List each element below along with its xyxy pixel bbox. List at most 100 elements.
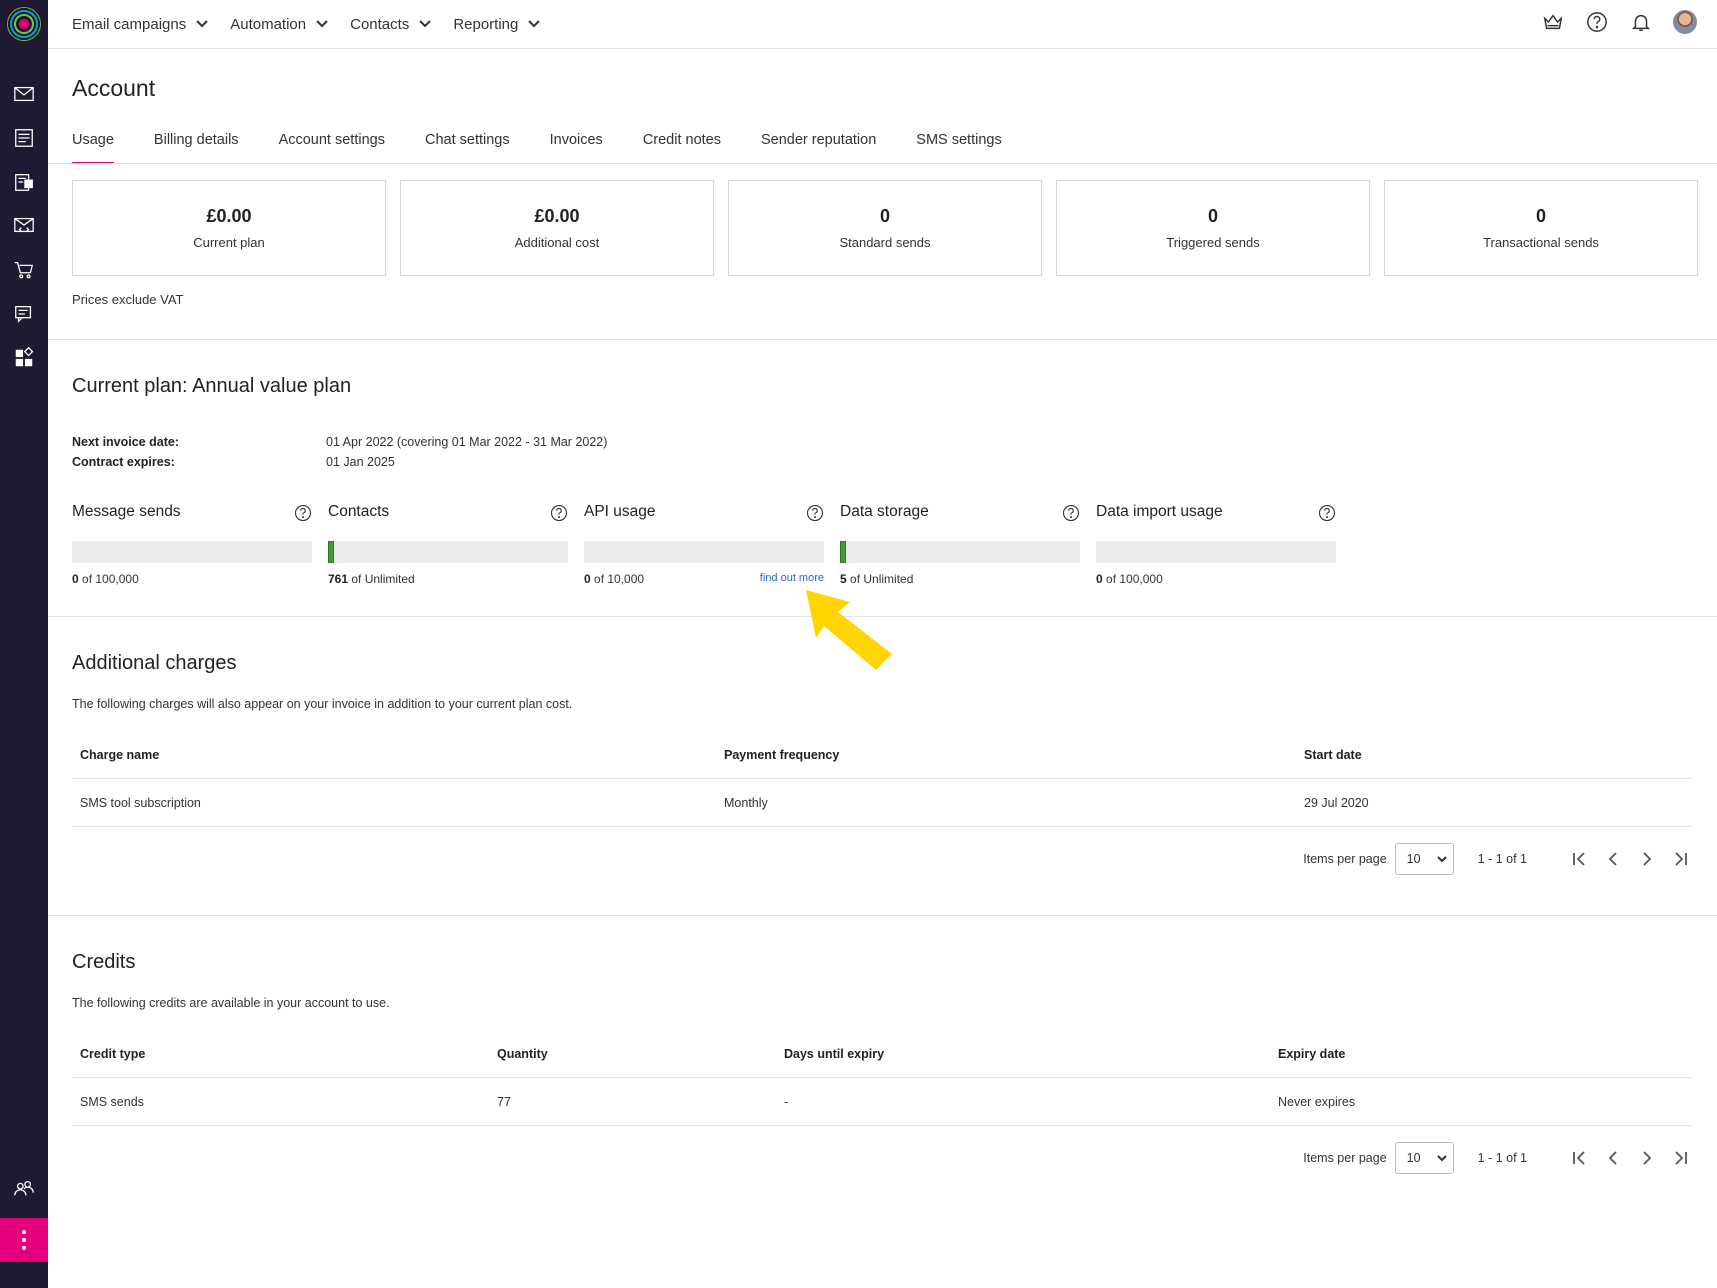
- tab-chat-settings[interactable]: Chat settings: [425, 115, 510, 164]
- table-row: SMS tool subscription Monthly 29 Jul 202…: [72, 779, 1692, 827]
- help-icon[interactable]: [806, 504, 824, 522]
- summary-label: Additional cost: [514, 235, 600, 250]
- table-cell: SMS sends: [80, 1095, 144, 1109]
- meter-track: [840, 541, 1080, 563]
- column-header[interactable]: Charge name: [80, 731, 159, 779]
- tab-sms-settings[interactable]: SMS settings: [916, 115, 1001, 164]
- nav-contacts[interactable]: Contacts: [350, 15, 432, 33]
- nav-automation[interactable]: Automation: [230, 16, 328, 33]
- summary-card-current-plan: £0.00 Current plan: [72, 180, 386, 276]
- meter-track: [328, 541, 568, 563]
- first-page-icon[interactable]: [1567, 847, 1591, 871]
- nav-label: Automation: [230, 15, 307, 33]
- summary-cards: £0.00 Current plan £0.00 Additional cost…: [72, 180, 1698, 276]
- last-page-icon[interactable]: [1669, 1146, 1693, 1170]
- column-header[interactable]: Payment frequency: [724, 731, 839, 779]
- meter-used: 761: [328, 572, 349, 586]
- meter-limit: of Unlimited: [850, 572, 914, 586]
- page-icon[interactable]: [12, 126, 36, 150]
- contract-expires-label: Contract expires:: [72, 455, 175, 469]
- forms-icon[interactable]: [12, 170, 36, 194]
- apps-icon[interactable]: [12, 346, 36, 370]
- items-per-page-label: Items per page: [1303, 1151, 1387, 1165]
- page-range: 1 - 1 of 1: [1477, 852, 1527, 866]
- people-icon[interactable]: [12, 1176, 36, 1200]
- tabs-divider: [48, 163, 1717, 164]
- help-icon[interactable]: [550, 504, 568, 522]
- meter-usage-text: 0 of 10,000: [584, 572, 644, 586]
- meter-limit: of Unlimited: [351, 572, 415, 586]
- table-cell: Monthly: [724, 796, 768, 810]
- chevron-down-icon: [1436, 855, 1447, 862]
- meter-name: Message sends: [72, 503, 181, 520]
- next-page-icon[interactable]: [1635, 1146, 1659, 1170]
- additional-charges-title: Additional charges: [72, 652, 237, 674]
- table-cell: Never expires: [1278, 1095, 1356, 1109]
- credits-table: Credit type Quantity Days until expiry E…: [72, 1030, 1692, 1126]
- meter-track: [1096, 541, 1336, 563]
- summary-card-additional-cost: £0.00 Additional cost: [400, 180, 714, 276]
- credits-pagination: Items per page 10 1 - 1 of 1: [1303, 1142, 1693, 1174]
- first-page-icon[interactable]: [1567, 1146, 1591, 1170]
- next-page-icon[interactable]: [1635, 847, 1659, 871]
- next-invoice-label: Next invoice date:: [72, 435, 179, 449]
- column-header[interactable]: Expiry date: [1278, 1030, 1345, 1078]
- meter-usage-text: 5 of Unlimited: [840, 572, 913, 586]
- meter-used: 0: [584, 572, 591, 586]
- previous-page-icon[interactable]: [1601, 1146, 1625, 1170]
- meter-name: API usage: [584, 503, 656, 520]
- chevron-down-icon: [1436, 1154, 1447, 1161]
- page-size-value: 10: [1406, 1151, 1421, 1165]
- chevron-down-icon: [528, 20, 541, 28]
- meter-track: [584, 541, 824, 563]
- table-cell: 29 Jul 2020: [1304, 796, 1369, 810]
- column-header[interactable]: Credit type: [80, 1030, 145, 1078]
- crown-icon[interactable]: [1541, 10, 1565, 34]
- brand-logo[interactable]: [7, 7, 41, 41]
- account-tabs: Usage Billing details Account settings C…: [72, 115, 1042, 164]
- meter-usage-text: 761 of Unlimited: [328, 572, 415, 586]
- summary-label: Triggered sends: [1166, 235, 1260, 250]
- tab-usage[interactable]: Usage: [72, 115, 114, 164]
- tab-billing-details[interactable]: Billing details: [154, 115, 239, 164]
- bell-icon[interactable]: [1629, 10, 1653, 34]
- previous-page-icon[interactable]: [1601, 847, 1625, 871]
- email-code-icon[interactable]: [12, 213, 36, 237]
- meter-usage-text: 0 of 100,000: [72, 572, 139, 586]
- column-header[interactable]: Days until expiry: [784, 1030, 884, 1078]
- last-page-icon[interactable]: [1669, 847, 1693, 871]
- meter-track: [72, 541, 312, 563]
- help-icon[interactable]: [1585, 10, 1609, 34]
- page-size-select[interactable]: 10: [1394, 1142, 1454, 1174]
- help-icon[interactable]: [1062, 504, 1080, 522]
- nav-label: Contacts: [350, 15, 410, 33]
- help-icon[interactable]: [1318, 504, 1336, 522]
- meter-name: Data import usage: [1096, 503, 1223, 520]
- more-icon[interactable]: [0, 1218, 48, 1262]
- column-header[interactable]: Quantity: [497, 1030, 548, 1078]
- cart-icon[interactable]: [12, 258, 36, 282]
- tab-account-settings[interactable]: Account settings: [279, 115, 385, 164]
- page-range: 1 - 1 of 1: [1477, 1151, 1527, 1165]
- nav-reporting[interactable]: Reporting: [453, 16, 541, 33]
- find-out-more-link[interactable]: find out more: [760, 572, 824, 584]
- envelope-icon[interactable]: [12, 82, 36, 106]
- meter-usage-text: 0 of 100,000: [1096, 572, 1163, 586]
- tab-invoices[interactable]: Invoices: [550, 115, 603, 164]
- meter-used: 5: [840, 572, 847, 586]
- nav-email-campaigns[interactable]: Email campaigns: [72, 16, 208, 33]
- meter-limit: of 100,000: [1106, 572, 1163, 586]
- summary-label: Standard sends: [839, 235, 931, 250]
- section-divider: [48, 339, 1717, 340]
- help-icon[interactable]: [294, 504, 312, 522]
- chevron-down-icon: [196, 20, 208, 28]
- chat-icon[interactable]: [12, 302, 36, 326]
- summary-value: 0: [1535, 206, 1546, 226]
- page-size-select[interactable]: 10: [1394, 843, 1454, 875]
- tab-sender-reputation[interactable]: Sender reputation: [761, 115, 876, 164]
- tab-credit-notes[interactable]: Credit notes: [643, 115, 721, 164]
- column-header[interactable]: Start date: [1304, 731, 1362, 779]
- avatar[interactable]: [1673, 10, 1697, 34]
- meter-limit: of 100,000: [82, 572, 139, 586]
- chevron-down-icon: [419, 20, 432, 28]
